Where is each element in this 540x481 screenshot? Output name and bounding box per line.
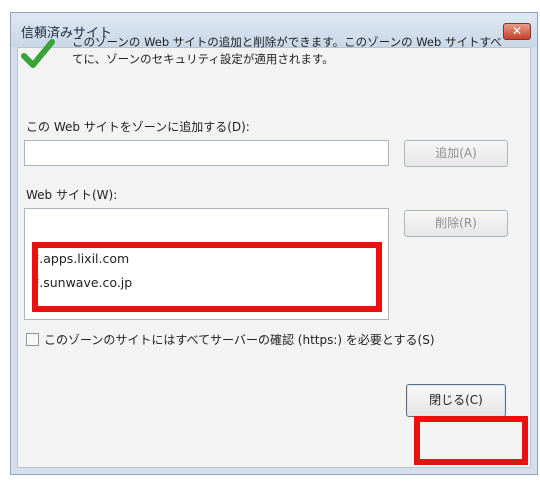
websites-label: Web サイト(W): <box>26 188 118 202</box>
add-site-label: この Web サイトをゾーンに追加する(D): <box>26 120 250 134</box>
remove-button[interactable]: 削除(R) <box>404 210 508 237</box>
https-checkbox-label[interactable]: このゾーンのサイトにはすべてサーバーの確認 (https:) を必要とする(S) <box>44 331 435 348</box>
add-site-input[interactable] <box>24 140 389 166</box>
highlight-box-close <box>414 416 528 465</box>
close-button[interactable]: 閉じる(C) <box>406 384 506 417</box>
https-checkbox[interactable] <box>26 333 39 346</box>
highlight-box-sites <box>32 242 382 312</box>
add-button[interactable]: 追加(A) <box>404 140 508 167</box>
info-text: このゾーンの Web サイトの追加と削除ができます。このゾーンの Web サイト… <box>72 35 502 66</box>
check-icon <box>21 39 55 68</box>
